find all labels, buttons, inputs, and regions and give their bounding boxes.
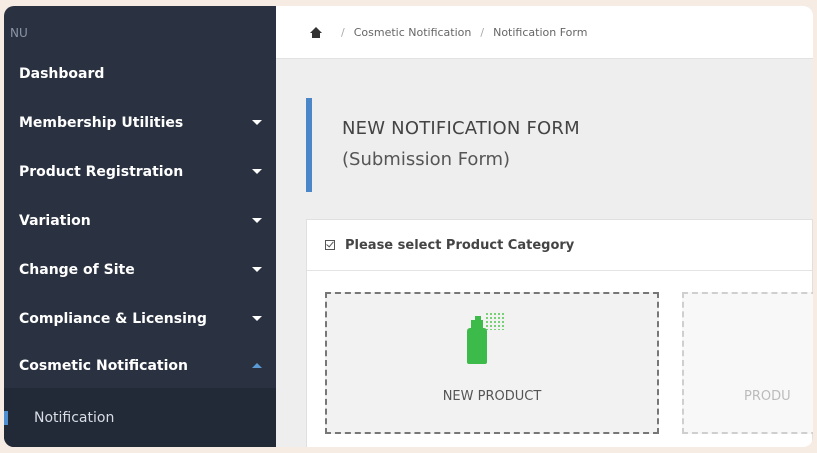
sidebar-subitem-notification[interactable]: Notification	[4, 388, 276, 447]
breadcrumb-item-cosmetic-notification[interactable]: Cosmetic Notification	[354, 26, 472, 39]
caret-down-icon	[252, 169, 262, 174]
breadcrumb-separator: /	[480, 25, 485, 39]
checkbox-icon	[325, 240, 335, 250]
sidebar-item-compliance-licensing[interactable]: Compliance & Licensing	[4, 294, 276, 343]
new-product-card[interactable]: NEW PRODUCT	[325, 292, 659, 434]
panel-header: Please select Product Category	[307, 220, 812, 271]
main-content: / Cosmetic Notification / Notification F…	[276, 6, 813, 447]
product-category-card[interactable]: PRODU	[682, 292, 813, 434]
sidebar-item-change-of-site[interactable]: Change of Site	[4, 245, 276, 294]
product-category-panel: Please select Product Category NEW PRODU…	[306, 219, 813, 447]
breadcrumb-item-notification-form: Notification Form	[493, 25, 588, 39]
menu-heading: NU	[10, 26, 28, 40]
sidebar-item-variation[interactable]: Variation	[4, 196, 276, 245]
caret-up-icon	[252, 363, 262, 368]
active-indicator	[4, 410, 8, 425]
sidebar-subitem-label: Notification	[34, 409, 115, 426]
sidebar-item-label: Membership Utilities	[19, 114, 184, 131]
sidebar-item-cosmetic-notification[interactable]: Cosmetic Notification	[4, 341, 276, 390]
sidebar-item-membership-utilities[interactable]: Membership Utilities	[4, 98, 276, 147]
page-subtitle: (Submission Form)	[342, 149, 511, 170]
app-window: NU Dashboard Membership Utilities Produc…	[4, 6, 813, 447]
page-title: NEW NOTIFICATION FORM	[342, 118, 580, 139]
caret-down-icon	[252, 218, 262, 223]
sidebar-item-dashboard[interactable]: Dashboard	[4, 49, 276, 98]
card-label: PRODU	[744, 389, 791, 404]
breadcrumb-separator: /	[341, 25, 345, 39]
sidebar-item-product-registration[interactable]: Product Registration	[4, 147, 276, 196]
spray-bottle-icon	[467, 312, 507, 364]
breadcrumb: / Cosmetic Notification / Notification F…	[276, 6, 813, 59]
home-icon[interactable]	[310, 26, 322, 38]
card-label: NEW PRODUCT	[442, 389, 542, 404]
sidebar-item-label: Cosmetic Notification	[19, 357, 188, 374]
caret-down-icon	[252, 267, 262, 272]
page-title-block: NEW NOTIFICATION FORM (Submission Form)	[306, 98, 806, 192]
sidebar: NU Dashboard Membership Utilities Produc…	[4, 6, 276, 447]
panel-header-label: Please select Product Category	[345, 237, 575, 253]
sidebar-item-label: Change of Site	[19, 261, 135, 278]
sidebar-item-label: Compliance & Licensing	[19, 310, 207, 327]
sidebar-item-label: Dashboard	[19, 65, 105, 82]
caret-down-icon	[252, 120, 262, 125]
sidebar-item-label: Variation	[19, 212, 91, 229]
sidebar-item-label: Product Registration	[19, 163, 184, 180]
caret-down-icon	[252, 316, 262, 321]
